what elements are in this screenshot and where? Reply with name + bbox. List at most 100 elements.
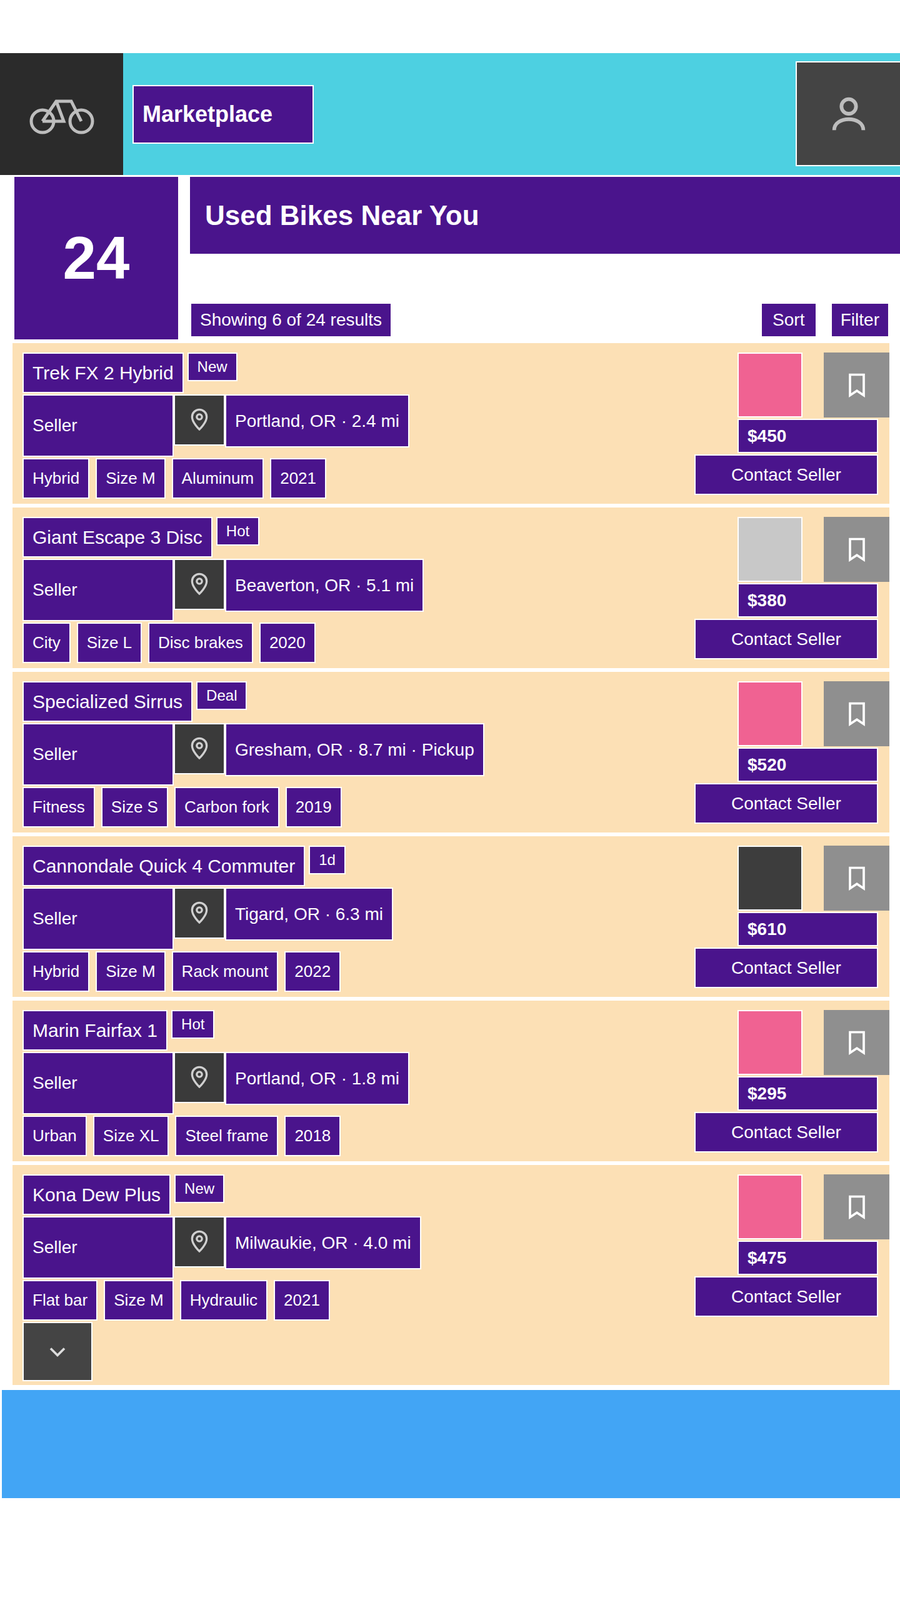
listing-title[interactable]: Cannondale Quick 4 Commuter (22, 845, 305, 887)
toolbar-button[interactable]: Filter (830, 302, 890, 338)
app-title: Marketplace (132, 85, 314, 144)
seller-label: Seller (22, 394, 174, 457)
listing-location: Tigard, OR · 6.3 mi (225, 887, 394, 941)
bike-logo-icon (27, 92, 97, 137)
chevron-down-icon (43, 1338, 72, 1366)
listing-tag: 2022 (284, 951, 341, 992)
bookmark-icon (843, 700, 871, 728)
listing-tag: 2021 (270, 458, 327, 499)
listing-tag: Hydraulic (180, 1280, 268, 1321)
contact-button[interactable]: Contact Seller (694, 947, 879, 989)
bookmark-icon (843, 535, 871, 564)
listing-title[interactable]: Trek FX 2 Hybrid (22, 352, 184, 394)
location-icon (173, 887, 225, 939)
seller-avatar (737, 681, 803, 747)
listing-tag: City (22, 622, 71, 664)
listing-card: Giant Escape 3 DiscHotSellerBeaverton, O… (12, 507, 890, 669)
listing-tag: Urban (22, 1115, 87, 1157)
listing-card: Specialized SirrusDeal Seller Gresham, OR … (12, 671, 890, 833)
listing-badge: Hot (171, 1010, 215, 1039)
location-icon (173, 394, 225, 446)
listing-tag: Flat bar (22, 1280, 98, 1321)
listing-tag: Hybrid (22, 458, 90, 499)
results-heading: Used Bikes Near You (190, 176, 900, 254)
seller-avatar (737, 352, 803, 418)
seller-label: Seller (22, 1216, 174, 1279)
bookmark-icon (843, 1193, 871, 1221)
listing-tag: 2021 (273, 1280, 330, 1321)
location-icon (173, 558, 225, 610)
save-button[interactable] (823, 516, 890, 582)
page: Marketplace 24Used Bikes Near You Showing … (0, 0, 900, 1499)
listing-price: $520 (737, 747, 879, 782)
listing-tag: Hybrid (22, 951, 90, 992)
save-button[interactable] (823, 352, 890, 418)
listing-title[interactable]: Specialized Sirrus (22, 681, 193, 722)
listing-title[interactable]: Giant Escape 3 Disc (22, 516, 213, 558)
listing-price: $610 (737, 911, 879, 947)
bookmark-icon (843, 1028, 871, 1057)
seller-avatar (737, 1010, 803, 1075)
listing-tag: Size S (101, 786, 169, 828)
bookmark-icon (843, 864, 871, 892)
listing-location: Portland, OR · 2.4 mi (225, 394, 410, 448)
listing-tag: Rack mount (171, 951, 279, 992)
toolbar-button[interactable]: Sort (760, 302, 817, 338)
listing-tag: Carbon fork (174, 786, 280, 828)
save-button[interactable] (823, 681, 890, 747)
location-icon (173, 1051, 225, 1104)
listing-location: Gresham, OR · 8.7 mi · Pickup (225, 723, 485, 777)
listing-location: Milwaukie, OR · 4.0 mi (225, 1216, 422, 1270)
listing-tag: Size M (95, 458, 165, 499)
listing-tag: Size M (103, 1280, 174, 1321)
seller-label: Seller (22, 723, 174, 786)
contact-button[interactable]: Contact Seller (694, 1111, 879, 1153)
listing-list: Trek FX 2 HybridNewSellerPortland, OR · … (12, 343, 890, 1385)
result-count: 24 (14, 176, 179, 340)
save-button[interactable] (823, 845, 890, 911)
save-button[interactable] (823, 1010, 890, 1075)
listing-location: Beaverton, OR · 5.1 mi (225, 558, 424, 612)
listing-tag: Size M (95, 951, 165, 992)
listing-tag: Steel frame (175, 1115, 279, 1157)
listing-location: Portland, OR · 1.8 mi (225, 1051, 410, 1105)
listing-price: $450 (737, 418, 879, 454)
listing-badge: New (174, 1174, 225, 1204)
seller-label: Seller (22, 1051, 174, 1115)
listing-tag: Aluminum (171, 458, 265, 499)
logo[interactable] (0, 53, 124, 175)
seller-label: Seller (22, 887, 174, 950)
contact-button[interactable]: Contact Seller (694, 618, 879, 660)
location-icon (173, 1216, 225, 1268)
listing-card: Cannondale Quick 4 Commuter1d Seller Tigar… (12, 836, 890, 997)
results-subtitle: Showing 6 of 24 results (190, 302, 392, 338)
profile-avatar[interactable] (795, 61, 900, 167)
listing-price: $295 (737, 1076, 879, 1111)
footer (1, 1390, 900, 1499)
save-button[interactable] (823, 1174, 890, 1240)
more-button[interactable] (22, 1321, 93, 1382)
seller-avatar (737, 516, 803, 582)
listing-card: Trek FX 2 HybridNew Seller Portland, OR · … (12, 343, 890, 504)
location-icon (173, 723, 225, 775)
seller-label: Seller (22, 558, 174, 622)
listing-price: $380 (737, 583, 879, 618)
seller-avatar (737, 1174, 803, 1240)
listing-tag: 2019 (285, 786, 342, 828)
listing-tag: 2020 (259, 622, 316, 664)
contact-button[interactable]: Contact Seller (694, 1276, 879, 1317)
listing-badge: Deal (196, 681, 247, 710)
listing-title[interactable]: Kona Dew Plus (22, 1174, 171, 1215)
listing-badge: 1d (308, 845, 346, 875)
listing-tag: Disc brakes (148, 622, 254, 664)
listing-title[interactable]: Marin Fairfax 1 (22, 1010, 168, 1051)
listing-tag: Size L (76, 622, 142, 664)
listing-card: Kona Dew PlusNewSeller Milwaukie, OR · 4.… (12, 1165, 890, 1385)
listing-card: Marin Fairfax 1Hot Seller Portland, OR · 1… (12, 1000, 890, 1162)
listing-badge: New (187, 352, 238, 382)
contact-button[interactable]: Contact Seller (694, 454, 879, 495)
user-icon (826, 91, 871, 136)
header: Marketplace (0, 53, 900, 175)
listing-price: $475 (737, 1240, 879, 1275)
contact-button[interactable]: Contact Seller (694, 783, 879, 824)
